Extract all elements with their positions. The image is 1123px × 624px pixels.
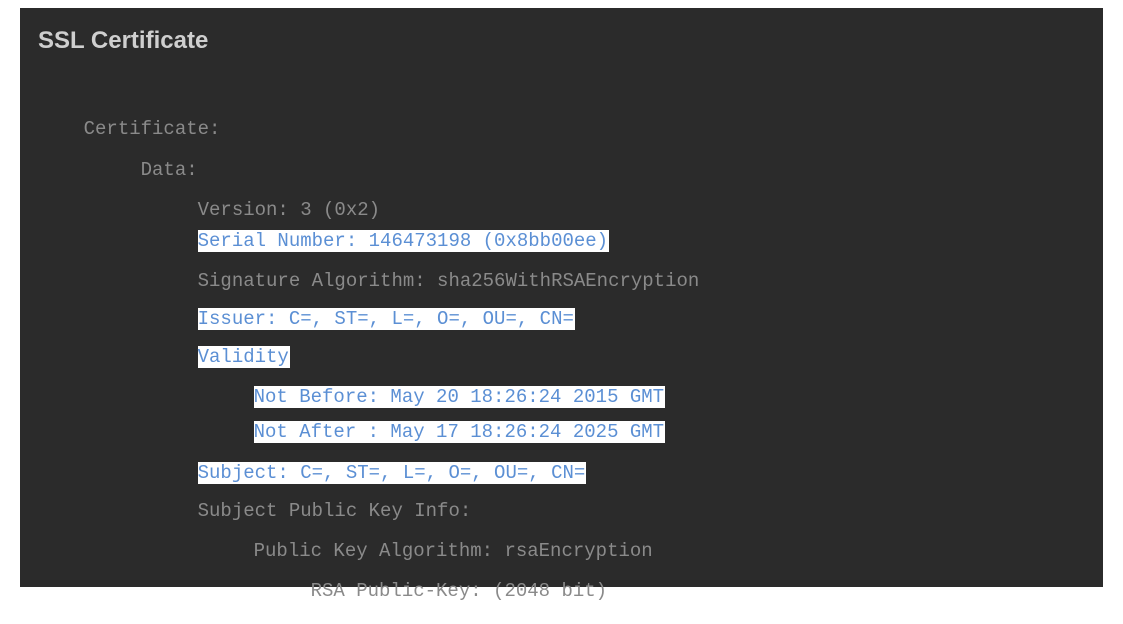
- cert-line-data: Data:: [95, 137, 198, 181]
- cert-line-subject-public-key-info: Subject Public Key Info:: [152, 478, 472, 522]
- cert-line-signature-algorithm: Signature Algorithm: sha256WithRSAEncryp…: [152, 248, 700, 292]
- certificate-panel: SSL Certificate Certificate: Data: Versi…: [20, 8, 1103, 602]
- cert-line-serial-number: Serial Number: 146473198 (0x8bb00ee): [152, 208, 610, 252]
- cert-line-issuer: Issuer: C=, ST=, L=, O=, OU=, CN=: [152, 286, 575, 330]
- cert-line-rsa-public-key: RSA Public-Key: (2048 bit): [265, 558, 607, 602]
- cert-line-not-after: Not After : May 17 18:26:24 2025 GMT: [208, 399, 666, 443]
- cert-line-not-before: Not Before: May 20 18:26:24 2015 GMT: [208, 364, 666, 408]
- cert-line-subject: Subject: C=, ST=, L=, O=, OU=, CN=: [152, 440, 587, 484]
- cert-line-certificate: Certificate:: [38, 96, 221, 140]
- cert-line-version: Version: 3 (0x2): [152, 177, 380, 221]
- panel-title: SSL Certificate: [38, 27, 209, 54]
- cert-line-validity: Validity: [152, 324, 290, 368]
- cert-line-public-key-algorithm: Public Key Algorithm: rsaEncryption: [208, 518, 653, 562]
- cert-line-text: RSA Public-Key: (2048 bit): [310, 580, 608, 602]
